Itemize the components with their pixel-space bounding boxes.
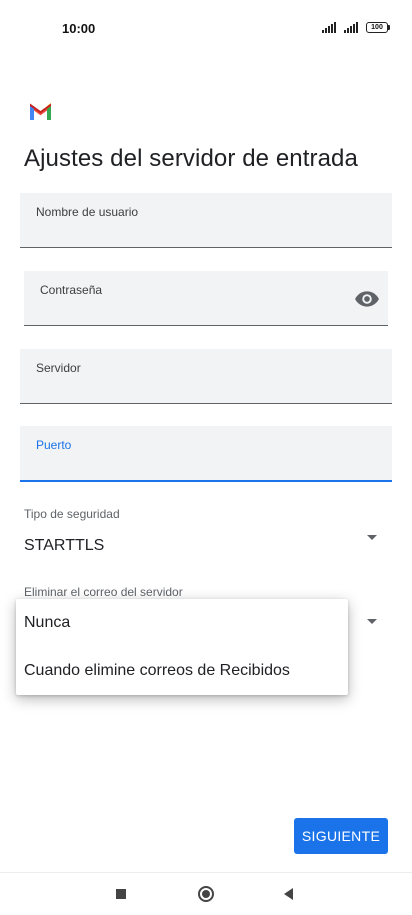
screen: 10:00 100 Ajustes del servidor de entrad… xyxy=(0,0,412,915)
chevron-down-icon[interactable] xyxy=(366,534,378,542)
username-input[interactable] xyxy=(36,219,376,241)
signal-bars-icon xyxy=(344,22,358,33)
username-label: Nombre de usuario xyxy=(36,205,139,219)
status-time: 10:00 xyxy=(62,21,96,36)
circle-icon[interactable] xyxy=(198,886,214,902)
server-field[interactable]: Servidor xyxy=(20,349,392,404)
security-type-value: STARTTLS xyxy=(24,537,105,554)
password-input[interactable] xyxy=(40,297,342,319)
navigation-bar xyxy=(0,872,412,915)
popup-menu: Nunca Cuando elimine correos de Recibido… xyxy=(16,599,348,695)
password-label: Contraseña xyxy=(40,283,103,297)
status-icons: 100 xyxy=(322,22,390,33)
server-label: Servidor xyxy=(36,361,81,375)
delete-from-server-label: Eliminar el correo del servidor xyxy=(24,585,183,599)
username-field[interactable]: Nombre de usuario xyxy=(20,193,392,248)
menu-item-never[interactable]: Nunca xyxy=(16,599,348,647)
security-type-label: Tipo de seguridad xyxy=(24,507,120,521)
menu-item-when-deleted-from-inbox[interactable]: Cuando elimine correos de Recibidos xyxy=(16,647,348,695)
chevron-down-icon[interactable] xyxy=(366,618,378,626)
gmail-icon xyxy=(30,103,51,120)
square-icon[interactable] xyxy=(116,889,126,899)
battery-level: 100 xyxy=(366,22,388,33)
next-button[interactable]: SIGUIENTE xyxy=(294,818,388,854)
signal-bars-icon xyxy=(322,22,336,33)
page-title: Ajustes del servidor de entrada xyxy=(24,145,358,172)
battery-tip xyxy=(388,25,390,30)
port-field[interactable]: Puerto xyxy=(20,426,392,482)
port-input[interactable] xyxy=(36,452,376,474)
password-field[interactable]: Contraseña xyxy=(24,271,388,326)
security-type-select[interactable]: Tipo de seguridad STARTTLS xyxy=(0,500,412,560)
triangle-back-icon[interactable] xyxy=(284,888,293,900)
server-input[interactable] xyxy=(36,375,376,397)
eye-icon[interactable] xyxy=(354,286,380,312)
status-bar: 10:00 100 xyxy=(0,0,412,58)
port-label: Puerto xyxy=(36,438,72,452)
battery-icon: 100 xyxy=(366,22,390,33)
